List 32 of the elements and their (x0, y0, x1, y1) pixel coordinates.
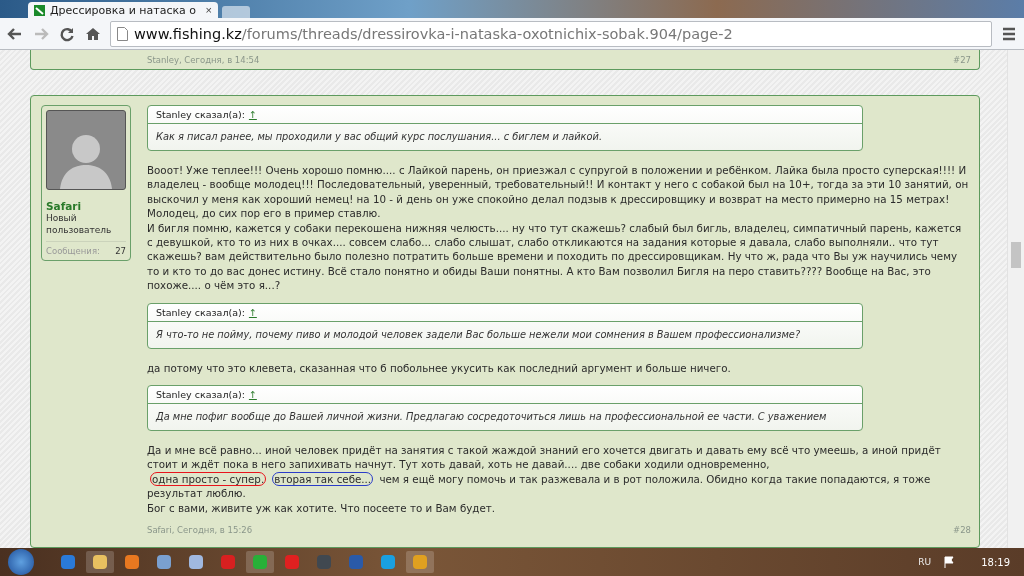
post-text: да потому что это клевета, сказанная что б побольнее укусить как последний аргумент и больше ничего. (147, 360, 732, 375)
post-text: Да и мне всё равно... иной человек придёт на занятия с такой жаждой знаний его хочется двигать и давать ему всё что умеешь, а иной придёт стоит и ждёт пока в него запихивать начнут. Тут хоть давай, хоть не давай.... две собаки ходили одновременно, одна просто - супер. вторая так себе... чем я ещё могу помочь и так разжевала и в рот положила. Обидно когда такие попадаются, я тоже результат люблю. (147, 442, 942, 501)
tab-title: Дрессировка и натаска о (50, 3, 198, 17)
scrollbar-thumb[interactable] (1011, 242, 1021, 268)
clock-time: 18:19 (981, 556, 1010, 568)
language-indicator[interactable]: RU (918, 557, 932, 567)
address-bar[interactable]: www.fishing.kz/forums/threads/dressirovka-i-nataska-oxotnichix-sobak.904/page-2 (110, 20, 992, 47)
scrollbar[interactable] (1007, 50, 1024, 548)
quote-text: Как я писал ранее, мы проходили у вас общий курс послушания... с биглем и лайкой. (155, 129, 603, 144)
start-button[interactable] (8, 549, 34, 575)
url-text: www.fishing.kz/forums/threads/dressirovka-i-nataska-oxotnichix-sobak.904/page-2 (134, 25, 733, 42)
site-favicon-icon (34, 4, 45, 16)
jump-to-quote-link[interactable]: ↑ (248, 306, 257, 318)
message-count-label: Сообщения: (46, 245, 100, 256)
jump-to-quote-link[interactable]: ↑ (248, 388, 257, 400)
username-link[interactable]: Safari (46, 199, 126, 212)
post-text: И бигля помню, кажется у собаки перекошена нижняя челюсть.... ну что тут скажешь? слабый был бигль, владелец, симпатичный парень, кажется с девушкой, кто то из них в очках.... совсем слабо... слабо слышат, слабо откликаются на задания которые я давала, слабо выполняли.. что тут скажешь? вам действительно было полезно потратить больше времени и походить по дрессировщикам. Ну что ж, рада что Вы уж научились чему то и кто то до вас донес истину. Всё стало понятно и обиды Ваши понятны. А кто Вам позволил Бигля на перо ставить???? Вообще на Вас, это похоже.... о чём это я...? (147, 220, 963, 293)
quote-text: Я что-то не пойму, почему пиво и молодой человек задели Вас больше нежели мои сомнения в Вашем профессионализме? (155, 327, 802, 342)
close-tab-button[interactable]: × (205, 4, 212, 16)
post-text: Бог с вами, живите уж как хотите. Что посеете то и Вам будет. (147, 500, 497, 515)
quote-author: Stanley сказал(а): (156, 306, 245, 318)
post-author-date: Safari, Сегодня, в 15:26 (147, 525, 253, 535)
user-title: Новый пользователь (46, 211, 113, 236)
browser-tab[interactable]: Дрессировка и натаска о × (28, 2, 218, 18)
message-count: 27 (115, 245, 126, 256)
jump-to-quote-link[interactable]: ↑ (248, 108, 257, 120)
quote-author: Stanley сказал(а): (156, 388, 245, 400)
post-text: Вооот! Уже теплее!!! Очень хорошо помню.... с Лайкой парень, он приезжал с супругой в положении и ребёнком. Лайка была просто суперская!!!! И владелец - вообще молодец!!! Последовательный, уверенный, требовательный!! И контакт у него с собакой был на 10+, тогда за эти 10 занятий, он выскочил у меня как хороший немец! на 10 - й день он уже спокойно делал подзыв к дрессировщику и возврат на место примерно на 15 метрах! Молодец, до сих пор его в пример ставлю. (147, 162, 969, 221)
quote-text: Да мне пофиг вообще до Вашей личной жизни. Предлагаю сосредоточиться лишь на профессиональной ее части. С уважением (154, 409, 828, 424)
post-author-date: Stanley, Сегодня, в 14:54 (147, 55, 260, 65)
quote-author: Stanley сказал(а): (156, 108, 245, 120)
page-icon (117, 26, 128, 41)
